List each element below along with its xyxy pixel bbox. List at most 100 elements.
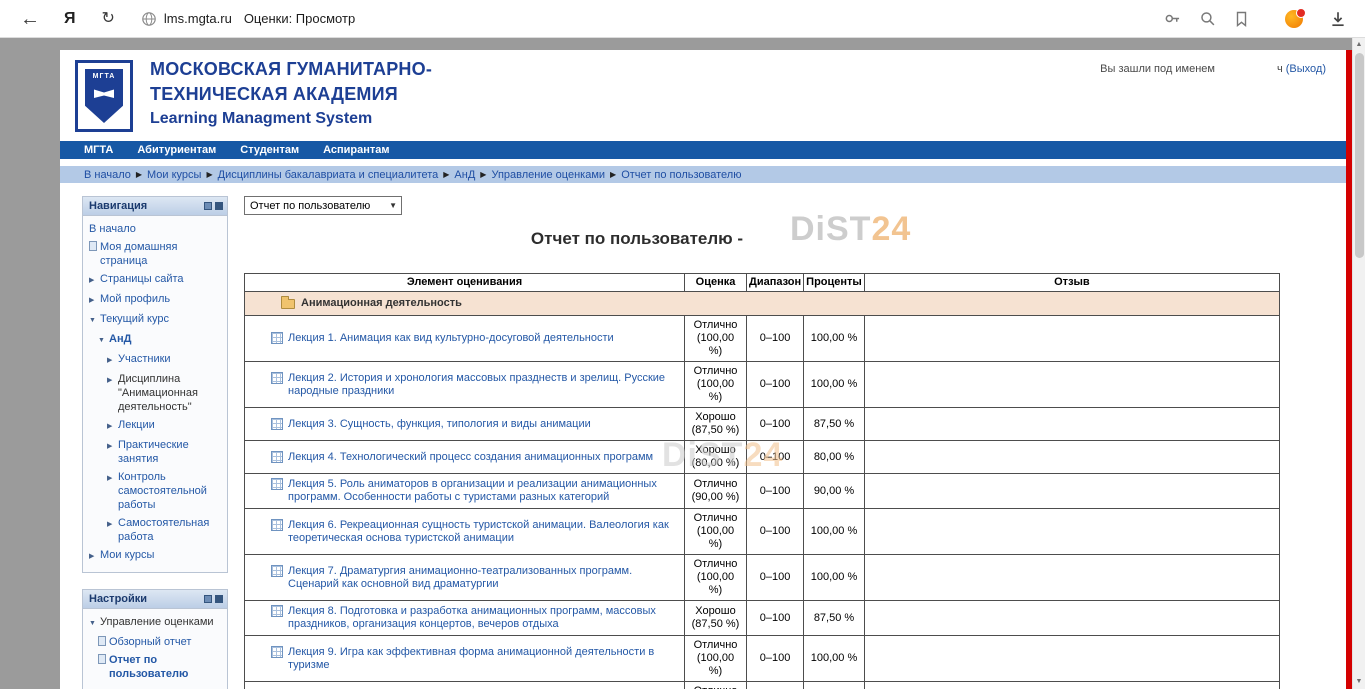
scrollbar-up-arrow[interactable]: ▲ <box>1353 38 1365 52</box>
chevron-right-icon[interactable]: ▶ <box>89 292 100 308</box>
percent-cell: 100,00 % <box>804 682 865 689</box>
grade-item-link[interactable]: Лекция 5. Роль аниматоров в организации … <box>288 478 678 504</box>
sidebar-item[interactable]: ▼Текущий курс <box>85 310 225 330</box>
downloads-icon[interactable] <box>1329 10 1347 28</box>
sidebar-item-label[interactable]: Моя домашняя страница <box>100 240 222 268</box>
breadcrumb-link[interactable]: Отчет по пользователю <box>621 169 741 181</box>
scrollbar[interactable]: ▲ ▼ <box>1352 38 1365 689</box>
sidebar-item[interactable]: Моя домашняя страница <box>85 238 225 270</box>
refresh-icon[interactable]: ↻ <box>102 10 115 28</box>
chevron-right-icon[interactable]: ▶ <box>107 516 118 532</box>
navbar-item[interactable]: Абитуриентам <box>137 144 216 156</box>
chevron-right-icon[interactable]: ▶ <box>107 438 118 454</box>
move-block-icon[interactable] <box>204 202 212 210</box>
breadcrumb-link[interactable]: Мои курсы <box>147 169 201 181</box>
bookmark-icon[interactable] <box>1234 11 1249 27</box>
chevron-down-icon[interactable]: ▼ <box>89 615 100 631</box>
back-icon[interactable]: ← <box>20 10 40 28</box>
column-header: Отзыв <box>864 274 1279 292</box>
grade-item-link[interactable]: Лекция 8. Подготовка и разработка анимац… <box>288 605 678 631</box>
chevron-right-icon[interactable]: ▶ <box>107 352 118 368</box>
sidebar-item[interactable]: ▶Практические занятия <box>85 436 225 468</box>
report-type-select[interactable]: Отчет по пользователю ▼ <box>244 196 402 215</box>
move-block-icon[interactable] <box>204 595 212 603</box>
collapse-block-icon[interactable] <box>215 202 223 210</box>
sidebar-item-label[interactable]: Мои курсы <box>100 548 154 562</box>
grade-row: Лекция 4. Технологический процесс создан… <box>245 441 1280 474</box>
sidebar-item[interactable]: ▶Контроль самостоятельной работы <box>85 468 225 514</box>
grade-item-link[interactable]: Лекция 3. Сущность, функция, типология и… <box>288 418 678 431</box>
breadcrumb-link[interactable]: АнД <box>454 169 475 181</box>
grade-item-link[interactable]: Лекция 1. Анимация как вид культурно-дос… <box>288 332 678 345</box>
chevron-right-icon[interactable]: ▶ <box>107 418 118 434</box>
column-header: Элемент оценивания <box>245 274 685 292</box>
sidebar-item-label[interactable]: Участники <box>118 352 171 366</box>
search-icon[interactable] <box>1199 10 1216 27</box>
grade-item-link[interactable]: Лекция 6. Рекреационная сущность туристс… <box>288 519 678 545</box>
sidebar-item-label[interactable]: Страницы сайта <box>100 272 184 286</box>
percent-cell: 90,00 % <box>804 474 865 509</box>
sidebar-item-label[interactable]: Мой профиль <box>100 292 170 306</box>
sidebar-item[interactable]: ▶Участники <box>85 350 225 370</box>
grade-row: ✓Итоговое тестированиеОтлично(100,00 %)0… <box>245 682 1280 689</box>
address-bar[interactable]: lms.mgta.ru <box>141 11 232 27</box>
category-row: Анимационная деятельность <box>245 292 1280 316</box>
sidebar-item-label[interactable]: Лекции <box>118 418 155 432</box>
grade-item-link[interactable]: Лекция 2. История и хронология массовых … <box>288 372 678 398</box>
report-title: Отчет по пользователю - <box>244 229 1280 249</box>
sidebar-item-label[interactable]: Контроль самостоятельной работы <box>118 470 222 512</box>
chevron-right-icon[interactable]: ▶ <box>89 272 100 288</box>
sidebar-item[interactable]: ▼АнД <box>85 330 225 350</box>
navigation-block-body: В началоМоя домашняя страница▶Страницы с… <box>83 216 227 572</box>
sidebar-item[interactable]: ▶Лекции <box>85 416 225 436</box>
navbar-item[interactable]: Студентам <box>240 144 299 156</box>
sidebar-item[interactable]: ▶Мои курсы <box>85 546 225 566</box>
sidebar-item[interactable]: Обзорный отчет <box>85 633 225 651</box>
chevron-right-icon[interactable]: ▶ <box>107 372 118 388</box>
sidebar-item[interactable]: ▶Страницы сайта <box>85 270 225 290</box>
notification-icon[interactable] <box>1285 10 1303 28</box>
logout-link[interactable]: (Выход) <box>1286 63 1326 75</box>
breadcrumb-link[interactable]: Дисциплины бакалавриата и специалитета <box>218 169 439 181</box>
sidebar-item-label[interactable]: В начало <box>89 222 136 236</box>
breadcrumb-separator-icon: ▶ <box>443 170 449 179</box>
chevron-down-icon[interactable]: ▼ <box>98 332 109 348</box>
sidebar-item-label[interactable]: Обзорный отчет <box>109 635 191 649</box>
sidebar-item-label[interactable]: Практические занятия <box>118 438 222 466</box>
navbar-item[interactable]: МГТА <box>84 144 113 156</box>
grade-item-link[interactable]: Лекция 7. Драматургия анимационно-театра… <box>288 565 678 591</box>
range-cell: 0–100 <box>747 636 804 682</box>
sidebar-item-label[interactable]: АнД <box>109 332 131 346</box>
navbar-item[interactable]: Аспирантам <box>323 144 389 156</box>
sidebar-item[interactable]: ▶Самостоятельная работа <box>85 514 225 546</box>
grade-row: Лекция 3. Сущность, функция, типология и… <box>245 408 1280 441</box>
scrollbar-down-arrow[interactable]: ▼ <box>1353 675 1365 689</box>
sidebar-item[interactable]: Отчет по пользователю <box>85 651 225 683</box>
password-manager-icon[interactable] <box>1164 10 1181 27</box>
browser-logo[interactable]: Я <box>64 10 76 28</box>
grade-row: Лекция 1. Анимация как вид культурно-дос… <box>245 316 1280 362</box>
collapse-block-icon[interactable] <box>215 595 223 603</box>
chevron-down-icon[interactable]: ▼ <box>89 312 100 328</box>
settings-block-header: Настройки <box>83 590 227 609</box>
chevron-right-icon[interactable]: ▶ <box>107 470 118 486</box>
address-url[interactable]: lms.mgta.ru <box>164 11 232 26</box>
sidebar-item-label[interactable]: Самостоятельная работа <box>118 516 222 544</box>
range-cell: 0–100 <box>747 408 804 441</box>
breadcrumb-link[interactable]: В начало <box>84 169 131 181</box>
grade-row: Лекция 8. Подготовка и разработка анимац… <box>245 601 1280 636</box>
lms-subtitle: Learning Managment System <box>150 107 432 131</box>
sidebar-item-label[interactable]: Текущий курс <box>100 312 169 326</box>
grade-item-link[interactable]: Лекция 4. Технологический процесс создан… <box>288 451 678 464</box>
table-header-row: Элемент оцениванияОценкаДиапазонПроценты… <box>245 274 1280 292</box>
grade-item-link[interactable]: Лекция 9. Игра как эффективная форма ани… <box>288 646 678 672</box>
breadcrumb-link[interactable]: Управление оценками <box>491 169 605 181</box>
sidebar-item[interactable]: ▶Мой профиль <box>85 290 225 310</box>
feedback-cell <box>864 555 1279 601</box>
scrollbar-thumb[interactable] <box>1355 53 1364 258</box>
chevron-right-icon[interactable]: ▶ <box>89 548 100 564</box>
sidebar-item[interactable]: В начало <box>85 220 225 238</box>
sidebar-item-label[interactable]: Отчет по пользователю <box>109 653 222 681</box>
site-title: МОСКОВСКАЯ ГУМАНИТАРНО- ТЕХНИЧЕСКАЯ АКАД… <box>150 57 432 131</box>
navigation-block-title: Навигация <box>89 200 204 212</box>
